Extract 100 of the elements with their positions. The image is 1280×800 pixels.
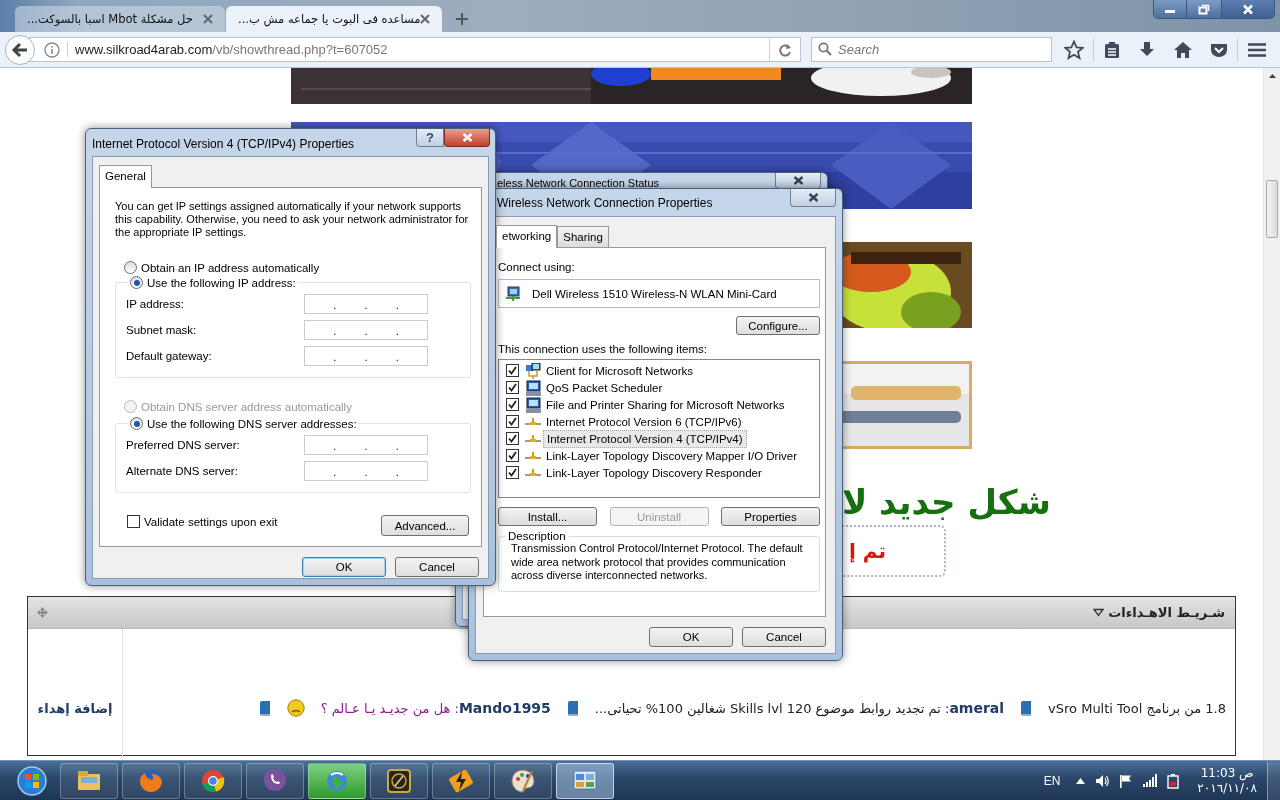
close-button[interactable] — [1221, 0, 1274, 18]
clock[interactable]: 11:03 ص ٢٠١٦/١١/٠٨ — [1197, 765, 1257, 796]
intro-text: You can get IP settings assigned automatically if your network supports this capability. Otherwise, you need to ask your network administrator for the appropriate IP settings. — [115, 200, 470, 239]
language-indicator[interactable]: EN — [1043, 773, 1061, 788]
close-button[interactable] — [775, 173, 821, 189]
scrollbar-thumb[interactable] — [1266, 180, 1278, 238]
menu-icon[interactable] — [1247, 41, 1267, 58]
close-icon[interactable] — [203, 14, 213, 24]
list-item[interactable]: Client for Microsoft Networks — [543, 362, 696, 379]
field-label: Connect using: — [498, 260, 576, 275]
list-item[interactable]: Internet Protocol Version 6 (TCP/IPv6) — [543, 413, 745, 430]
taskbar-button[interactable] — [556, 762, 614, 799]
download-icon[interactable] — [1138, 40, 1156, 59]
list-item[interactable]: QoS Packet Scheduler — [543, 379, 666, 396]
windows-logo-icon — [17, 765, 47, 796]
dialog-button[interactable]: OK — [302, 557, 386, 577]
group-label: Description — [507, 530, 567, 542]
caret-down-icon[interactable] — [1093, 608, 1105, 617]
field-label: Alternate DNS server: — [126, 465, 238, 477]
list-item[interactable]: Link-Layer Topology Discovery Responder — [543, 464, 765, 481]
radio-label[interactable]: Use the following DNS server addresses: — [147, 417, 357, 430]
checkbox[interactable] — [506, 449, 519, 462]
address-field[interactable]: www.silkroad4arab.com/vb/showthread.php?t=607052 — [29, 37, 801, 62]
dialog-tab[interactable]: Sharing — [557, 226, 609, 247]
radio-button[interactable] — [130, 276, 143, 289]
battery-icon[interactable] — [1167, 772, 1180, 789]
help-button[interactable]: ? — [416, 129, 444, 147]
notice-text: تم إ — [849, 539, 886, 563]
close-button[interactable] — [790, 189, 836, 207]
add-dedication-link[interactable]: إضافة إهداء — [37, 700, 113, 716]
back-button[interactable] — [5, 34, 35, 65]
close-icon — [807, 193, 819, 202]
taskbar-button[interactable] — [308, 762, 366, 799]
close-button[interactable] — [444, 129, 490, 147]
window-title: eless Network Connection Status — [497, 177, 660, 190]
checkbox[interactable] — [506, 466, 519, 479]
taskbar-button[interactable] — [432, 762, 490, 799]
monitor-icon — [525, 396, 541, 413]
list-item[interactable]: File and Printer Sharing for Microsoft Networks — [543, 396, 788, 413]
list-item[interactable]: Link-Layer Topology Discovery Mapper I/O Driver — [543, 447, 800, 464]
checkbox[interactable] — [506, 415, 519, 428]
dialog-button[interactable]: Cancel — [742, 627, 826, 647]
dialog-button[interactable]: Cancel — [395, 557, 479, 577]
configure-button[interactable]: Configure... — [736, 316, 820, 335]
radio-label[interactable]: Use the following IP address: — [147, 276, 296, 289]
taskbar-button[interactable] — [246, 762, 304, 799]
radio-button[interactable] — [124, 261, 137, 274]
flag-icon[interactable] — [1119, 773, 1134, 788]
checkbox[interactable] — [506, 432, 519, 445]
reload-icon — [778, 42, 792, 57]
taskbar-button[interactable] — [60, 762, 118, 799]
new-tab-icon[interactable] — [455, 12, 469, 26]
radio-label[interactable]: Obtain an IP address automatically — [141, 261, 320, 274]
taskbar-button[interactable] — [184, 762, 242, 799]
checkbox[interactable] — [127, 515, 140, 528]
dialog-button[interactable]: Properties — [721, 507, 820, 526]
radio-button[interactable] — [130, 417, 143, 430]
close-icon — [792, 176, 804, 185]
show-desktop-button[interactable] — [1267, 761, 1280, 800]
taskbar-button[interactable] — [494, 762, 552, 799]
dialog-button[interactable]: OK — [649, 627, 733, 647]
speaker-icon[interactable] — [1095, 773, 1110, 788]
move-handle-icon — [37, 607, 48, 618]
ip-address-field[interactable]: . . . — [304, 294, 428, 314]
signal-icon[interactable] — [1143, 774, 1158, 787]
checkbox[interactable] — [506, 381, 519, 394]
close-icon[interactable] — [420, 14, 431, 24]
book-icon — [1020, 700, 1033, 716]
taskbar-button[interactable] — [122, 762, 180, 799]
caret-up-icon — [1268, 74, 1276, 78]
chevron-up-icon[interactable] — [1076, 777, 1086, 784]
browser-tab[interactable]: مساعده فى البوت يا جماعه مش ب... — [226, 6, 442, 32]
field-label: Subnet mask: — [126, 324, 197, 336]
network-line-icon — [525, 469, 541, 476]
minimize-button[interactable] — [1154, 0, 1186, 18]
checkbox-label[interactable]: Validate settings upon exit — [144, 515, 278, 528]
window-title: Internet Protocol Version 4 (TCP/IPv4) Properties — [92, 137, 355, 151]
bookmark-star-icon[interactable] — [1064, 39, 1084, 60]
dialog-button[interactable]: Install... — [498, 507, 597, 526]
taskbar-button[interactable] — [370, 762, 428, 799]
book-icon — [566, 700, 579, 716]
search-field[interactable]: Search — [811, 37, 1052, 62]
checkbox[interactable] — [506, 398, 519, 411]
browser-tab[interactable]: حل مشكلة Mbot اسبا بالسوكت... — [15, 6, 225, 32]
ip-address-field[interactable]: . . . — [304, 435, 428, 455]
pocket-icon[interactable] — [1210, 41, 1228, 58]
ip-address-field[interactable]: . . . — [304, 346, 428, 366]
dialog-tab[interactable]: etworking — [496, 225, 558, 248]
field-label: Default gateway: — [126, 350, 212, 362]
adapter-name: Dell Wireless 1510 Wireless-N WLAN Mini-Card — [532, 287, 777, 300]
clipboard-list-icon[interactable] — [1103, 40, 1121, 59]
checkbox[interactable] — [506, 364, 519, 377]
ip-address-field[interactable]: . . . — [304, 461, 428, 481]
network-adapter-icon — [505, 285, 521, 302]
dialog-tab[interactable]: General — [99, 165, 152, 188]
restore-button[interactable] — [1186, 0, 1221, 18]
advanced-button[interactable]: Advanced... — [381, 515, 469, 536]
home-icon[interactable] — [1173, 40, 1193, 59]
list-item[interactable]: Internet Protocol Version 4 (TCP/IPv4) — [543, 429, 747, 448]
ip-address-field[interactable]: . . . — [304, 320, 428, 340]
